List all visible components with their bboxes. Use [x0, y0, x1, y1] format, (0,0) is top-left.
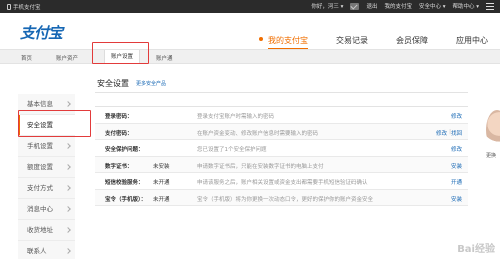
- row-label: 宝令（手机版）：: [105, 196, 147, 203]
- sidebar-item-contacts[interactable]: 联系人: [18, 241, 75, 259]
- user-greeting[interactable]: 你好，河三 ▾: [311, 2, 343, 10]
- security-settings-table: 登录密码： 登录支付宝账户时需输入的密码 修改 支付密码： 在账户资金变动、修改…: [95, 106, 468, 206]
- highlight-box-security-settings: [18, 110, 91, 137]
- row-label: 支付密码：: [105, 130, 133, 137]
- activate-sms-service-link[interactable]: 开通: [451, 178, 462, 186]
- sidebar-item-label: 消息中心: [27, 205, 53, 213]
- nav-member-protection[interactable]: 会员保障: [396, 35, 428, 46]
- chevron-right-icon: [65, 143, 71, 149]
- alipay-logo[interactable]: 支付宝: [20, 22, 63, 43]
- more-security-products-link[interactable]: 更多安全产品: [136, 80, 166, 87]
- row-description: 宝令（手机版）将为你更换一次动态口令，更好的保护你的账户资金安全: [197, 196, 374, 203]
- nav-app-center[interactable]: 应用中心: [456, 35, 488, 46]
- top-utility-bar: 手机支付宝 你好，河三 ▾ 退出 我的支付宝 安全中心 ▾ 帮助中心 ▾: [0, 0, 500, 13]
- main-navigation: 我的支付宝 交易记录 会员保障 应用中心: [259, 35, 488, 50]
- row-description: 申请该服务之后，账户相关设置或资金支出都需要手机短信验证码确认: [197, 180, 368, 186]
- sidebar-item-label: 手机设置: [27, 142, 53, 150]
- mail-icon[interactable]: [350, 2, 360, 10]
- row-description: 申请数字证书后，只能在安装数字证书的电脑上支付: [197, 163, 324, 170]
- table-row: 短信校验服务： 未开通 申请该服务之后，账户相关设置或资金支出都需要手机短信验证…: [95, 173, 468, 190]
- mobile-alipay-label: 手机支付宝: [13, 5, 41, 11]
- row-status: 未开通: [153, 196, 170, 203]
- watermark: Bai经验: [457, 244, 495, 255]
- sidebar-item-label: 额度设置: [27, 163, 53, 171]
- chevron-right-icon: [65, 101, 71, 107]
- table-row: 安全保护问题： 您已设置了1个安全保护问题 修改: [95, 140, 468, 157]
- chevron-right-icon: [65, 227, 71, 233]
- row-description: 在账户资金变动、修改账户信息时需要输入的密码: [197, 130, 319, 137]
- sidebar-item-label: 收货地址: [27, 226, 53, 234]
- row-label: 登录密码：: [105, 114, 133, 120]
- nav-transaction-records[interactable]: 交易记录: [336, 35, 368, 46]
- sidebar-item-label: 支付方式: [27, 184, 53, 192]
- title-divider: [95, 92, 468, 93]
- table-row: 支付密码： 在账户资金变动、修改账户信息时需要输入的密码 修改 | 找回: [95, 123, 468, 140]
- row-label: 安全保护问题：: [105, 147, 144, 153]
- row-description: 登录支付宝账户时需输入的密码: [197, 114, 275, 120]
- chevron-right-icon: [65, 164, 71, 170]
- row-description: 您已设置了1个安全保护问题: [197, 147, 267, 153]
- sidebar-item-mobile-settings[interactable]: 手机设置: [18, 136, 75, 157]
- subnav-home[interactable]: 首页: [21, 54, 32, 62]
- sidebar-item-message-center[interactable]: 消息中心: [18, 199, 75, 220]
- avatar[interactable]: [486, 110, 500, 150]
- chevron-right-icon: [65, 206, 71, 212]
- chevron-right-icon: [65, 248, 71, 254]
- change-avatar-label[interactable]: 更换: [486, 152, 496, 159]
- row-label: 短信校验服务：: [105, 180, 144, 186]
- row-status: 未安装: [153, 163, 170, 170]
- row-status: 未开通: [153, 180, 170, 186]
- my-alipay-link[interactable]: 我的支付宝: [384, 2, 412, 10]
- modify-security-question-link[interactable]: 修改: [451, 145, 462, 153]
- page-title: 安全设置: [97, 79, 129, 88]
- sidebar-item-limit-settings[interactable]: 额度设置: [18, 157, 75, 178]
- subnav-account-link[interactable]: 账户通: [156, 54, 173, 62]
- sidebar-item-label: 联系人: [27, 247, 47, 255]
- nav-my-alipay[interactable]: 我的支付宝: [259, 35, 308, 50]
- row-label: 数字证书：: [105, 163, 133, 170]
- install-mobile-token-link[interactable]: 安装: [451, 195, 462, 203]
- top-right-links: 你好，河三 ▾ 退出 我的支付宝 安全中心 ▾ 帮助中心 ▾: [311, 2, 494, 10]
- highlight-box-account-settings: [92, 42, 149, 64]
- sub-navigation: 首页 账户资产 账户设置 账户通: [0, 49, 500, 64]
- recover-payment-password-link[interactable]: 找回: [451, 129, 462, 137]
- install-certificate-link[interactable]: 安装: [451, 162, 462, 170]
- help-center-link[interactable]: 帮助中心 ▾: [452, 2, 479, 10]
- chevron-right-icon: [65, 185, 71, 191]
- modify-payment-password-link[interactable]: 修改: [436, 129, 447, 137]
- sidebar-item-shipping-address[interactable]: 收货地址: [18, 220, 75, 241]
- security-center-link[interactable]: 安全中心 ▾: [419, 2, 446, 10]
- sidebar-item-label: 基本信息: [27, 100, 53, 108]
- mobile-alipay-link[interactable]: 手机支付宝: [7, 3, 41, 11]
- modify-login-password-link[interactable]: 修改: [451, 112, 462, 120]
- menu-icon[interactable]: [486, 2, 494, 10]
- phone-icon: [7, 4, 11, 10]
- sidebar-item-payment-methods[interactable]: 支付方式: [18, 178, 75, 199]
- logout-link[interactable]: 退出: [366, 2, 377, 10]
- subnav-account-assets[interactable]: 账户资产: [56, 54, 78, 62]
- table-row: 数字证书： 未安装 申请数字证书后，只能在安装数字证书的电脑上支付 安装: [95, 156, 468, 173]
- main-header: 支付宝 我的支付宝 交易记录 会员保障 应用中心: [0, 13, 500, 50]
- table-row: 宝令（手机版）： 未开通 宝令（手机版）将为你更换一次动态口令，更好的保护你的账…: [95, 189, 468, 206]
- table-row: 登录密码： 登录支付宝账户时需输入的密码 修改: [95, 107, 468, 124]
